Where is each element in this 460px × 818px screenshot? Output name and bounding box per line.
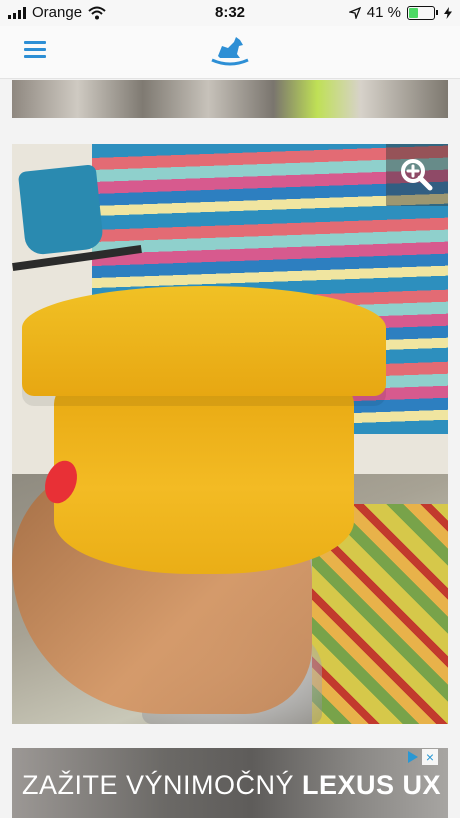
location-arrow-icon [348,6,361,19]
charging-bolt-icon [444,6,452,19]
ad-headline[interactable]: ZAŽITE VÝNIMOČNÝ LEXUS UX [22,770,441,801]
battery-percent: 41 % [366,4,401,21]
yellow-pot-rim [22,286,386,396]
toy-bucket [17,164,105,256]
status-right: 41 % [348,4,452,21]
menu-icon[interactable] [24,41,46,59]
yellow-pot-body [54,384,354,574]
nav-bar [0,26,460,79]
status-bar: Orange 8:32 41 % [0,0,460,26]
battery-icon [407,5,435,20]
battery-level-fill [409,7,419,18]
ad-headline-bold: LEXUS UX [302,770,442,800]
ad-choices[interactable]: × [408,748,438,766]
previous-photo[interactable] [12,80,448,118]
ad-banner[interactable]: × ZAŽITE VÝNIMOČNÝ LEXUS UX [12,748,448,818]
zoom-in-icon [401,159,433,191]
adchoices-icon[interactable] [408,751,418,763]
zoom-button[interactable] [386,144,448,206]
ad-close-icon[interactable]: × [422,749,438,765]
rocking-horse-logo-icon[interactable] [210,34,250,70]
ad-headline-normal: ZAŽITE VÝNIMOČNÝ [22,770,303,800]
product-photo[interactable] [12,144,448,724]
